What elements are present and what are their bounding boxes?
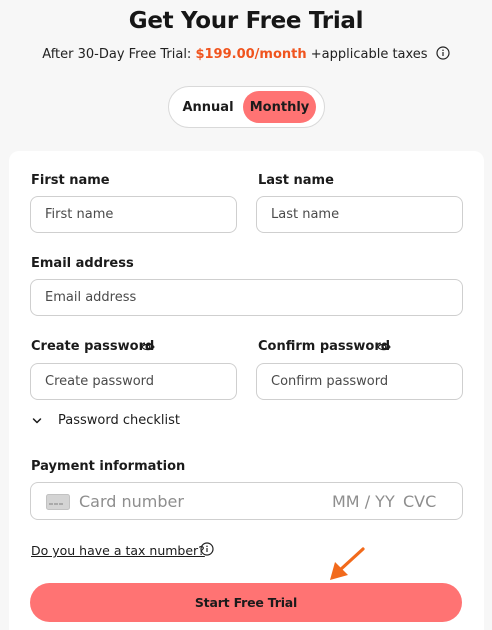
monthly-option[interactable]: Monthly [243, 91, 316, 123]
info-icon[interactable] [436, 46, 450, 60]
pointer-arrow-icon [330, 547, 365, 580]
card-input[interactable]: Card number MM / YY CVC [30, 482, 463, 520]
card-number-placeholder[interactable]: Card number [79, 492, 184, 511]
confirm-password-label: Confirm password [258, 339, 391, 354]
last-name-label: Last name [258, 173, 334, 188]
cvc-placeholder[interactable]: CVC [403, 492, 436, 511]
pricing-subtitle: After 30-Day Free Trial: $199.00/month +… [0, 46, 492, 62]
confirm-password-field[interactable] [256, 363, 463, 400]
first-name-label: First name [31, 173, 110, 188]
tax-number-link[interactable]: Do you have a tax number? [31, 543, 205, 558]
email-field[interactable] [30, 279, 463, 316]
expiry-placeholder[interactable]: MM / YY [332, 492, 395, 511]
email-label: Email address [31, 256, 134, 271]
password-checklist-toggle[interactable]: Password checklist [32, 413, 180, 428]
password-checklist-label: Password checklist [58, 413, 181, 428]
start-free-trial-button[interactable]: Start Free Trial [30, 583, 462, 622]
payment-label: Payment information [31, 459, 186, 474]
create-password-label: Create password [31, 339, 155, 354]
credit-card-icon [46, 494, 70, 510]
subtitle-prefix: After 30-Day Free Trial: [42, 47, 196, 62]
first-name-field[interactable] [30, 196, 237, 233]
eye-icon[interactable] [141, 340, 155, 354]
subtitle-suffix: +applicable taxes [306, 47, 428, 62]
last-name-field[interactable] [256, 196, 463, 233]
chevron-down-icon [32, 417, 42, 423]
create-password-field[interactable] [30, 363, 237, 400]
eye-icon[interactable] [377, 340, 391, 354]
page-title: Get Your Free Trial [128, 8, 364, 34]
billing-toggle: Annual Monthly [168, 86, 325, 128]
price-text: $199.00/month [195, 47, 307, 62]
info-icon[interactable] [200, 542, 214, 556]
annual-option[interactable]: Annual [173, 91, 243, 123]
